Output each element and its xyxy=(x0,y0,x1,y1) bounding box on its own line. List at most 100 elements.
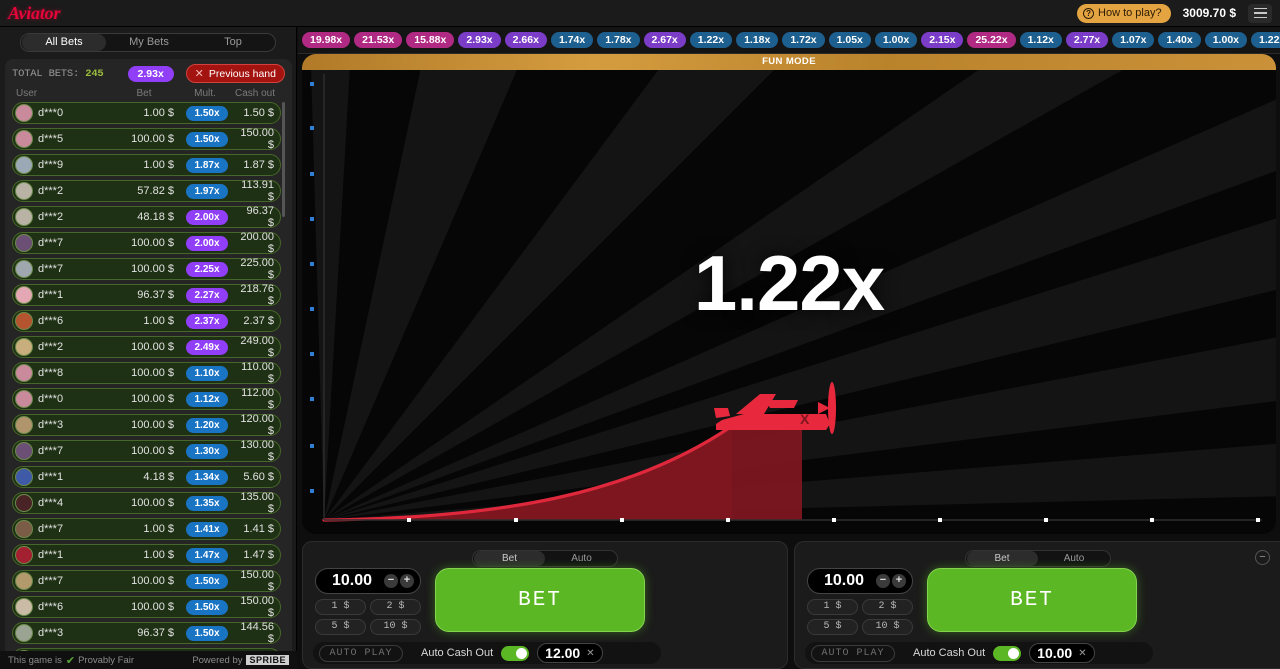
history-chip[interactable]: 2.15x xyxy=(921,32,964,48)
quick-amount-button[interactable]: 2 $ xyxy=(862,599,913,615)
row-mult-cell: 1.30x xyxy=(174,443,240,459)
plus-circle-icon[interactable]: + xyxy=(400,574,414,588)
bets-list[interactable]: d***0 1.00 $ 1.50x 1.50 $ d***5 100.00 $ 1.50x… xyxy=(12,102,285,667)
row-bet: 96.37 $ xyxy=(137,627,174,639)
bets-column-headers: User Bet Mult. Cash out xyxy=(12,83,285,102)
bets-tab-top[interactable]: Top xyxy=(191,34,275,51)
auto-cash-out-label: Auto Cash Out xyxy=(913,647,986,659)
history-chip[interactable]: 1.18x xyxy=(736,32,779,48)
plus-circle-icon[interactable]: + xyxy=(892,574,906,588)
stake-value[interactable]: 10.00 xyxy=(316,572,382,590)
table-row: d***5 100.00 $ 1.50x 150.00 $ xyxy=(12,127,281,151)
stake-controls: 10.00− +1 $2 $5 $10 $ xyxy=(315,568,421,635)
row-user: d***8 xyxy=(38,367,64,379)
status-badge: 1.87x xyxy=(186,157,228,173)
bet-mode-auto[interactable]: Auto xyxy=(546,551,617,566)
status-badge: 2.27x xyxy=(186,287,228,303)
bet-mode-auto[interactable]: Auto xyxy=(1039,551,1110,566)
stake-input[interactable]: 10.00− + xyxy=(315,568,421,594)
row-bet: 4.18 $ xyxy=(143,471,174,483)
table-row: d***1 1.00 $ 1.47x 1.47 $ xyxy=(12,544,281,566)
history-chip[interactable]: 1.40x xyxy=(1158,32,1201,48)
row-user: d***1 xyxy=(38,549,64,561)
history-chip[interactable]: 21.53x xyxy=(354,32,403,48)
bets-tab-my-bets[interactable]: My Bets xyxy=(107,34,191,51)
bet-mode-toggle: Bet Auto xyxy=(472,550,618,567)
minus-circle-icon[interactable]: − xyxy=(876,574,890,588)
status-badge: 2.37x xyxy=(186,313,228,329)
auto-cash-out-label: Auto Cash Out xyxy=(421,647,494,659)
bets-tab-all-bets[interactable]: All Bets xyxy=(22,34,106,51)
history-chip[interactable]: 19.98x xyxy=(302,32,351,48)
quick-amount-button[interactable]: 1 $ xyxy=(807,599,858,615)
bets-sidebar: All Bets My Bets Top TOTAL BETS: 245 2.93x… xyxy=(0,27,297,669)
history-chip[interactable]: 1.74x xyxy=(550,32,594,48)
row-mult-cell: 1.47x xyxy=(174,547,240,563)
row-user: d***7 xyxy=(38,237,64,249)
auto-cash-out-toggle[interactable] xyxy=(993,645,1022,661)
spribe-logo: SPRIBE xyxy=(246,655,289,665)
quick-amount-button[interactable]: 5 $ xyxy=(315,619,366,635)
auto-play-button[interactable]: AUTO PLAY xyxy=(811,644,895,662)
history-chip[interactable]: 25.22x xyxy=(967,32,1016,48)
quick-amount-button[interactable]: 5 $ xyxy=(807,619,858,635)
history-chip[interactable]: 1.05x xyxy=(828,32,871,48)
status-badge: 1.12x xyxy=(186,391,228,407)
column-user: User xyxy=(16,88,38,99)
history-chip[interactable]: 1.22x xyxy=(689,32,733,48)
row-user: d***7 xyxy=(38,575,64,587)
quick-amount-button[interactable]: 10 $ xyxy=(862,619,913,635)
avatar xyxy=(15,234,33,252)
quick-amount-button[interactable]: 2 $ xyxy=(370,599,421,615)
red-plane-icon: X xyxy=(714,382,836,434)
row-mult-cell: 1.97x xyxy=(174,183,240,199)
stake-value[interactable]: 10.00 xyxy=(808,572,874,590)
bet-mode-bet[interactable]: Bet xyxy=(474,551,545,566)
avatar xyxy=(15,286,33,304)
history-chip[interactable]: 1.00x xyxy=(1204,32,1247,48)
row-bet: 100.00 $ xyxy=(131,497,174,509)
how-to-play-button[interactable]: ? How to play? xyxy=(1077,3,1171,23)
history-chip[interactable]: 2.77x xyxy=(1065,32,1109,48)
history-chip[interactable]: 2.93x xyxy=(458,32,501,48)
auto-play-button[interactable]: AUTO PLAY xyxy=(319,644,403,662)
bets-tabs: All Bets My Bets Top xyxy=(20,33,276,52)
previous-hand-button[interactable]: ✕ Previous hand xyxy=(185,64,285,83)
auto-cash-out-toggle[interactable] xyxy=(501,645,530,661)
status-badge: 1.50x xyxy=(186,131,228,147)
bet-button[interactable]: BET xyxy=(927,568,1137,632)
remove-panel-button[interactable]: − xyxy=(1255,550,1270,565)
quick-amount-button[interactable]: 10 $ xyxy=(370,619,421,635)
bet-button[interactable]: BET xyxy=(435,568,645,632)
quick-amount-button[interactable]: 1 $ xyxy=(315,599,366,615)
current-multiplier-badge: 2.93x xyxy=(127,65,174,82)
table-row: d***7 1.00 $ 1.41x 1.41 $ xyxy=(12,518,281,540)
history-chip[interactable]: 1.07x xyxy=(1112,32,1155,48)
close-x-icon[interactable]: ✕ xyxy=(1078,648,1086,659)
table-row: d***2 48.18 $ 2.00x 96.37 $ xyxy=(12,205,281,229)
close-x-icon[interactable]: ✕ xyxy=(586,648,594,659)
stake-input[interactable]: 10.00− + xyxy=(807,568,913,594)
hamburger-menu-icon[interactable] xyxy=(1248,3,1272,23)
provably-fair-link[interactable]: Provably Fair xyxy=(78,655,134,666)
history-chip[interactable]: 1.00x xyxy=(874,32,918,48)
row-cashout: 2.37 $ xyxy=(243,315,274,327)
bet-mode-bet[interactable]: Bet xyxy=(966,551,1038,566)
history-chip[interactable]: 1.72x xyxy=(782,32,825,48)
minus-circle-icon[interactable]: − xyxy=(384,574,398,588)
question-circle-icon: ? xyxy=(1083,7,1095,19)
history-chip[interactable]: 2.66x xyxy=(504,32,547,48)
history-chip[interactable]: 15.88x xyxy=(406,32,455,48)
auto-cash-out-input[interactable]: 10.00 ✕ xyxy=(1029,643,1095,663)
history-chip[interactable]: 2.67x xyxy=(643,32,686,48)
row-cashout: 135.00 $ xyxy=(240,491,274,515)
table-row: d***2 57.82 $ 1.97x 113.91 $ xyxy=(12,179,281,203)
row-user: d***2 xyxy=(38,185,64,197)
auto-cash-out-input[interactable]: 12.00 ✕ xyxy=(537,643,603,663)
bets-list-scrollbar[interactable] xyxy=(282,102,285,217)
table-row: d***1 96.37 $ 2.27x 218.76 $ xyxy=(12,283,281,307)
history-chip[interactable]: 1.12x xyxy=(1019,32,1062,48)
table-row: d***6 100.00 $ 1.50x 150.00 $ xyxy=(12,595,281,619)
history-chip[interactable]: 1.78x xyxy=(597,32,640,48)
history-chip[interactable]: 1.22x xyxy=(1251,32,1280,48)
